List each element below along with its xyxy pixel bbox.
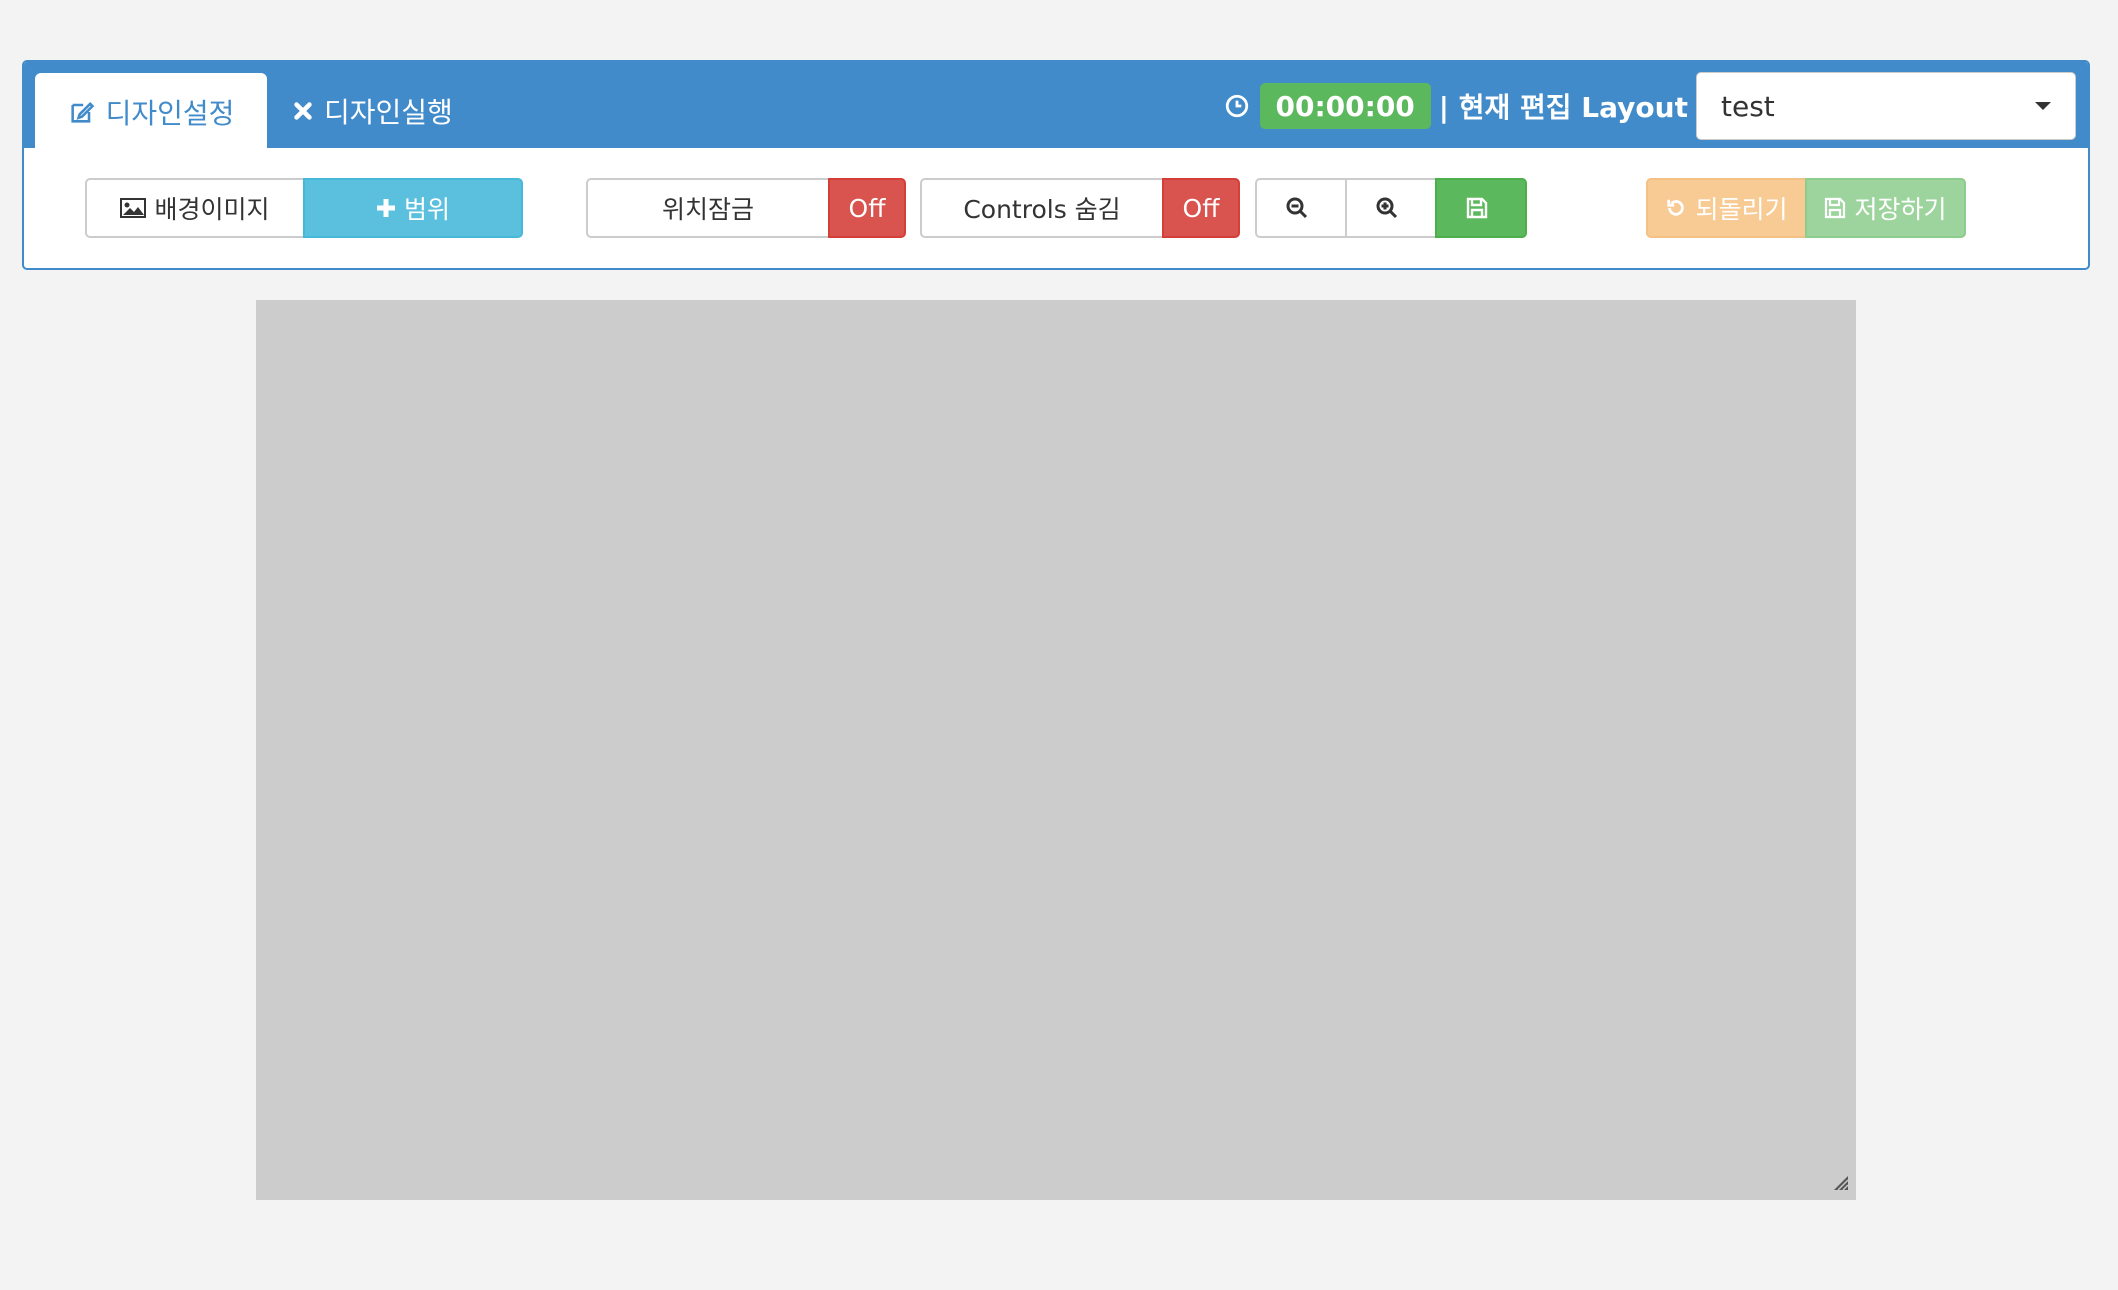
floppy-disk-icon — [1466, 197, 1488, 219]
save-label: 저장하기 — [1854, 195, 1947, 224]
zoom-out-button[interactable] — [1255, 178, 1347, 238]
position-lock-label: 위치잠금 — [661, 195, 754, 224]
image-icon — [120, 198, 147, 218]
zoom-out-icon — [1286, 197, 1308, 219]
position-lock-toggle[interactable]: Off — [828, 178, 906, 238]
background-image-button[interactable]: 배경이미지 — [85, 178, 305, 238]
toolbar: 배경이미지 범위 위치잠금 Off Controls 숨김 Off 되돌리기 저… — [24, 148, 2088, 268]
controls-hide-button[interactable]: Controls 숨김 — [920, 178, 1164, 238]
panel-header: 디자인설정 디자인실행 00:00:00 | 현재 편집 Layout test — [24, 62, 2088, 150]
tab-design-run[interactable]: 디자인실행 — [292, 73, 492, 148]
layout-label: | 현재 편집 Layout — [1438, 91, 1688, 124]
controls-hide-state: Off — [1182, 193, 1220, 223]
edit-icon — [70, 101, 94, 123]
controls-hide-label: Controls 숨김 — [963, 195, 1121, 224]
tab-design-settings-label: 디자인설정 — [105, 96, 235, 130]
plus-icon — [376, 199, 395, 217]
timer-display: 00:00:00 — [1259, 83, 1431, 129]
chevron-down-icon — [2035, 102, 2051, 110]
revert-button[interactable]: 되돌리기 — [1646, 178, 1807, 238]
header-right: 00:00:00 | 현재 편집 Layout test — [1224, 72, 2076, 140]
clock-icon — [1225, 94, 1248, 118]
zoom-in-icon — [1376, 197, 1398, 219]
design-canvas[interactable] — [256, 300, 1856, 1200]
save-button[interactable]: 저장하기 — [1805, 178, 1966, 238]
resize-handle-icon[interactable] — [1832, 1174, 1850, 1192]
background-image-label: 배경이미지 — [154, 195, 270, 224]
design-panel: 디자인설정 디자인실행 00:00:00 | 현재 편집 Layout test — [22, 60, 2090, 270]
floppy-disk-icon — [1825, 197, 1846, 219]
position-lock-state: Off — [848, 193, 886, 223]
add-range-button[interactable]: 범위 — [303, 178, 523, 238]
tab-design-run-label: 디자인실행 — [324, 95, 453, 129]
position-lock-button[interactable]: 위치잠금 — [586, 178, 830, 238]
zoom-in-button[interactable] — [1345, 178, 1437, 238]
close-icon — [294, 101, 312, 120]
layout-select[interactable]: test — [1696, 72, 2076, 140]
controls-hide-toggle[interactable]: Off — [1162, 178, 1240, 238]
undo-icon — [1667, 199, 1685, 216]
tab-design-settings[interactable]: 디자인설정 — [35, 73, 267, 150]
layout-select-value: test — [1721, 89, 1775, 123]
save-layout-button[interactable] — [1435, 178, 1527, 238]
add-range-label: 범위 — [403, 195, 450, 224]
revert-label: 되돌리기 — [1695, 195, 1788, 224]
